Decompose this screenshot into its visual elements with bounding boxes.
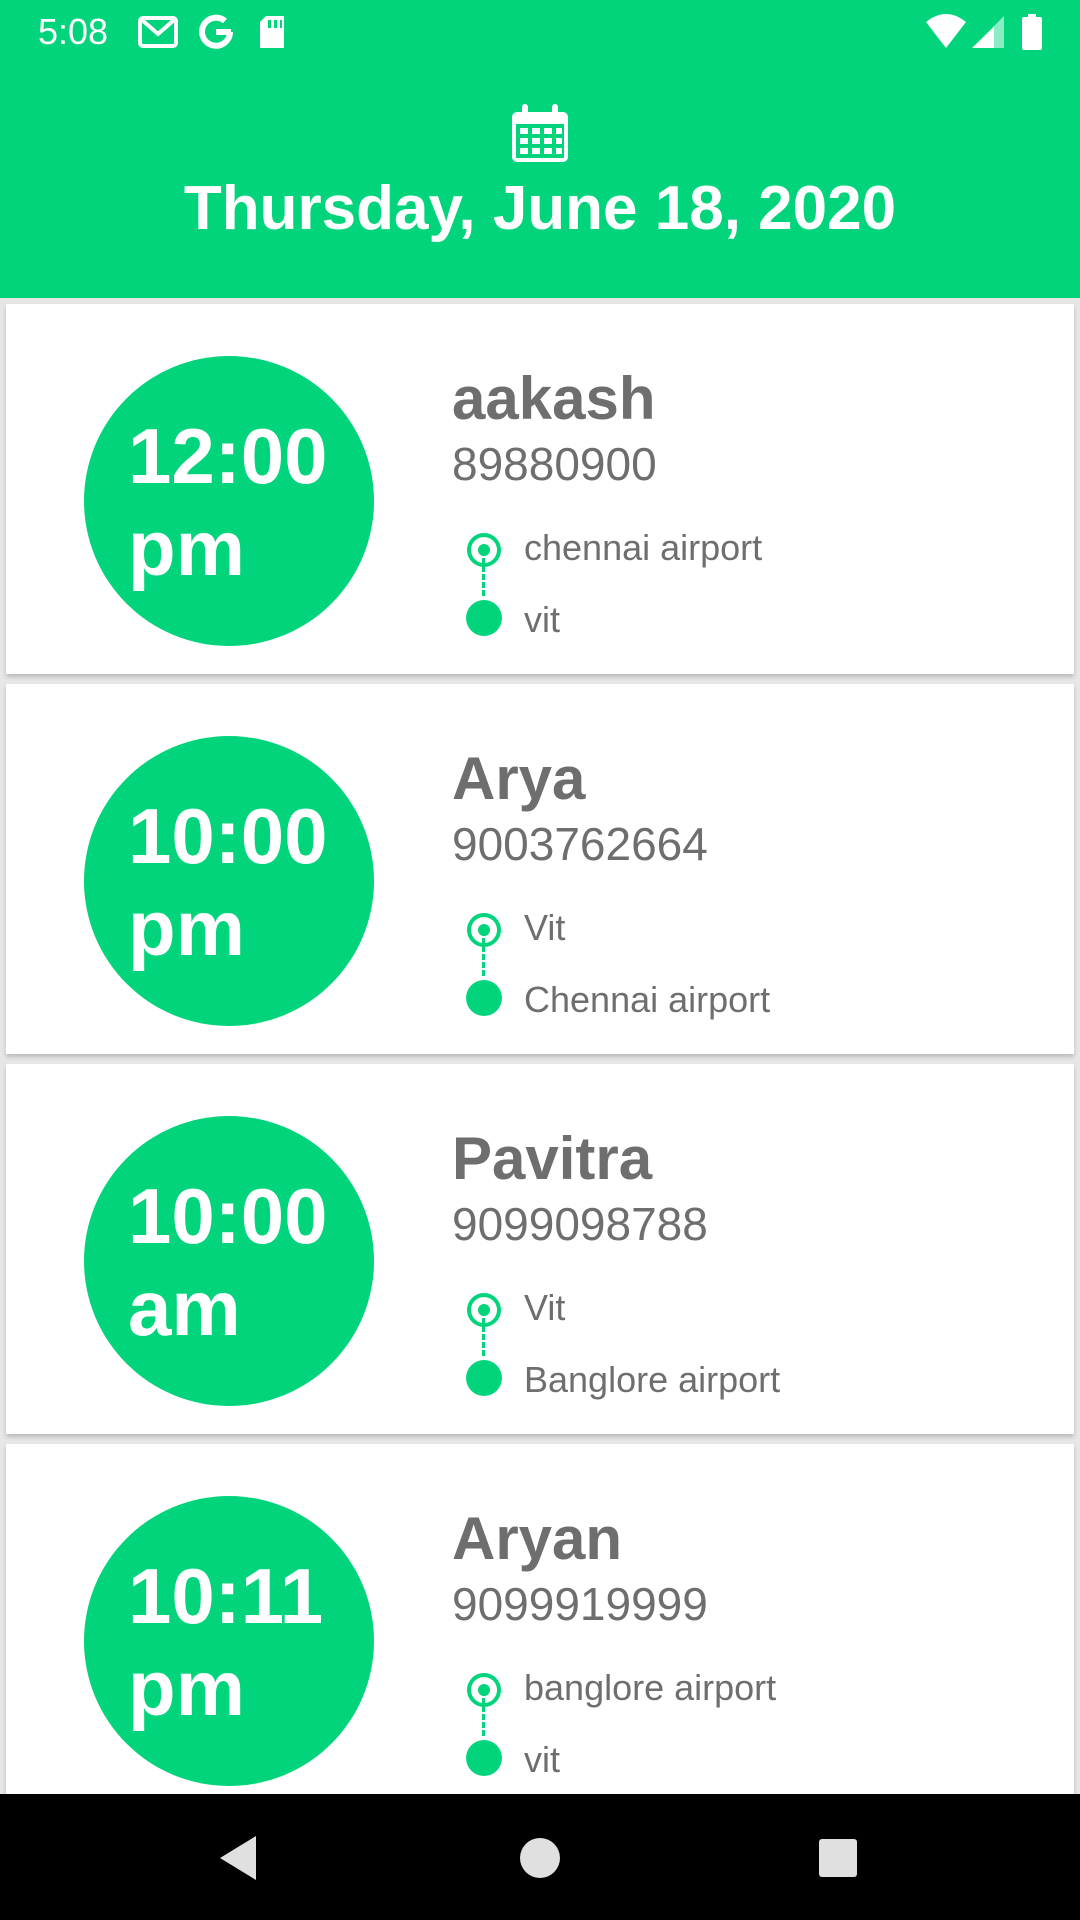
drop-location: Chennai airport [524,979,771,1020]
customer-phone: 9099098788 [452,1198,708,1250]
booking-time: 10:11 [128,1552,324,1640]
route-connector [482,1690,485,1736]
battery-icon [1022,14,1042,50]
customer-name: Pavitra [452,1125,653,1192]
back-icon[interactable] [212,1830,268,1886]
pickup-location: Vit [524,1287,566,1328]
pickup-location: chennai airport [524,527,763,568]
booking-info: Pavitra 9099098788 Vit Banglore airport [452,1124,1052,1412]
booking-period: am [128,1264,241,1352]
route: banglore airport vit [452,1652,1052,1792]
customer-name: aakash [452,365,656,432]
booking-time: 12:00 [128,412,328,500]
route-connector [482,1310,485,1356]
google-icon [199,14,233,49]
signal-icon [972,16,1004,48]
route: Vit Banglore airport [452,1272,1052,1412]
drop-location: vit [524,1739,560,1780]
booking-time: 10:00 [128,1172,328,1260]
route-connector [482,930,485,976]
customer-phone: 89880900 [452,438,657,490]
gmail-icon [138,16,178,48]
drop-location-icon [466,980,502,1016]
pickup-location: Vit [524,907,566,948]
calendar-icon [512,104,568,162]
booking-card[interactable]: 10:11 pm Aryan 9099919999 banglore airpo… [6,1444,1074,1794]
status-bar: 5:08 [0,0,1080,64]
drop-location-icon [466,1360,502,1396]
booking-period: pm [128,1644,245,1732]
booking-card[interactable]: 10:00 pm Arya 9003762664 Vit Chennai air… [6,684,1074,1054]
customer-phone: 9099919999 [452,1578,708,1630]
sd-card-icon [260,16,284,48]
status-time: 5:08 [38,11,109,52]
recents-icon[interactable] [810,1830,866,1886]
customer-phone: 9003762664 [452,818,708,870]
route: chennai airport vit [452,512,1052,652]
route-connector [482,550,485,596]
drop-location-icon [466,600,502,636]
customer-name: Arya [452,745,586,812]
customer-name: Aryan [452,1505,623,1572]
booking-info: aakash 89880900 chennai airport vit [452,364,1052,652]
time-badge: 10:00 pm [84,736,374,1026]
booking-period: pm [128,504,245,592]
booking-card[interactable]: 12:00 pm aakash 89880900 chennai airport… [6,304,1074,674]
navigation-bar [0,1794,1080,1920]
wifi-icon [926,14,966,48]
booking-period: pm [128,884,245,972]
time-badge: 10:00 am [84,1116,374,1406]
pickup-location: banglore airport [524,1667,777,1708]
home-icon[interactable] [512,1830,568,1886]
booking-info: Aryan 9099919999 banglore airport vit [452,1504,1052,1792]
header: Thursday, June 18, 2020 [0,64,1080,298]
booking-card[interactable]: 10:00 am Pavitra 9099098788 Vit Banglore… [6,1064,1074,1434]
booking-list[interactable]: 12:00 pm aakash 89880900 chennai airport… [0,298,1080,1794]
time-badge: 12:00 pm [84,356,374,646]
drop-location: vit [524,599,560,640]
drop-location-icon [466,1740,502,1776]
booking-time: 10:00 [128,792,328,880]
header-date: Thursday, June 18, 2020 [183,174,897,243]
route: Vit Chennai airport [452,892,1052,1032]
drop-location: Banglore airport [524,1359,781,1400]
booking-info: Arya 9003762664 Vit Chennai airport [452,744,1052,1032]
screen: 5:08 Thursday, June 18, 2020 12:00 pm aa… [0,0,1080,1920]
time-badge: 10:11 pm [84,1496,374,1786]
